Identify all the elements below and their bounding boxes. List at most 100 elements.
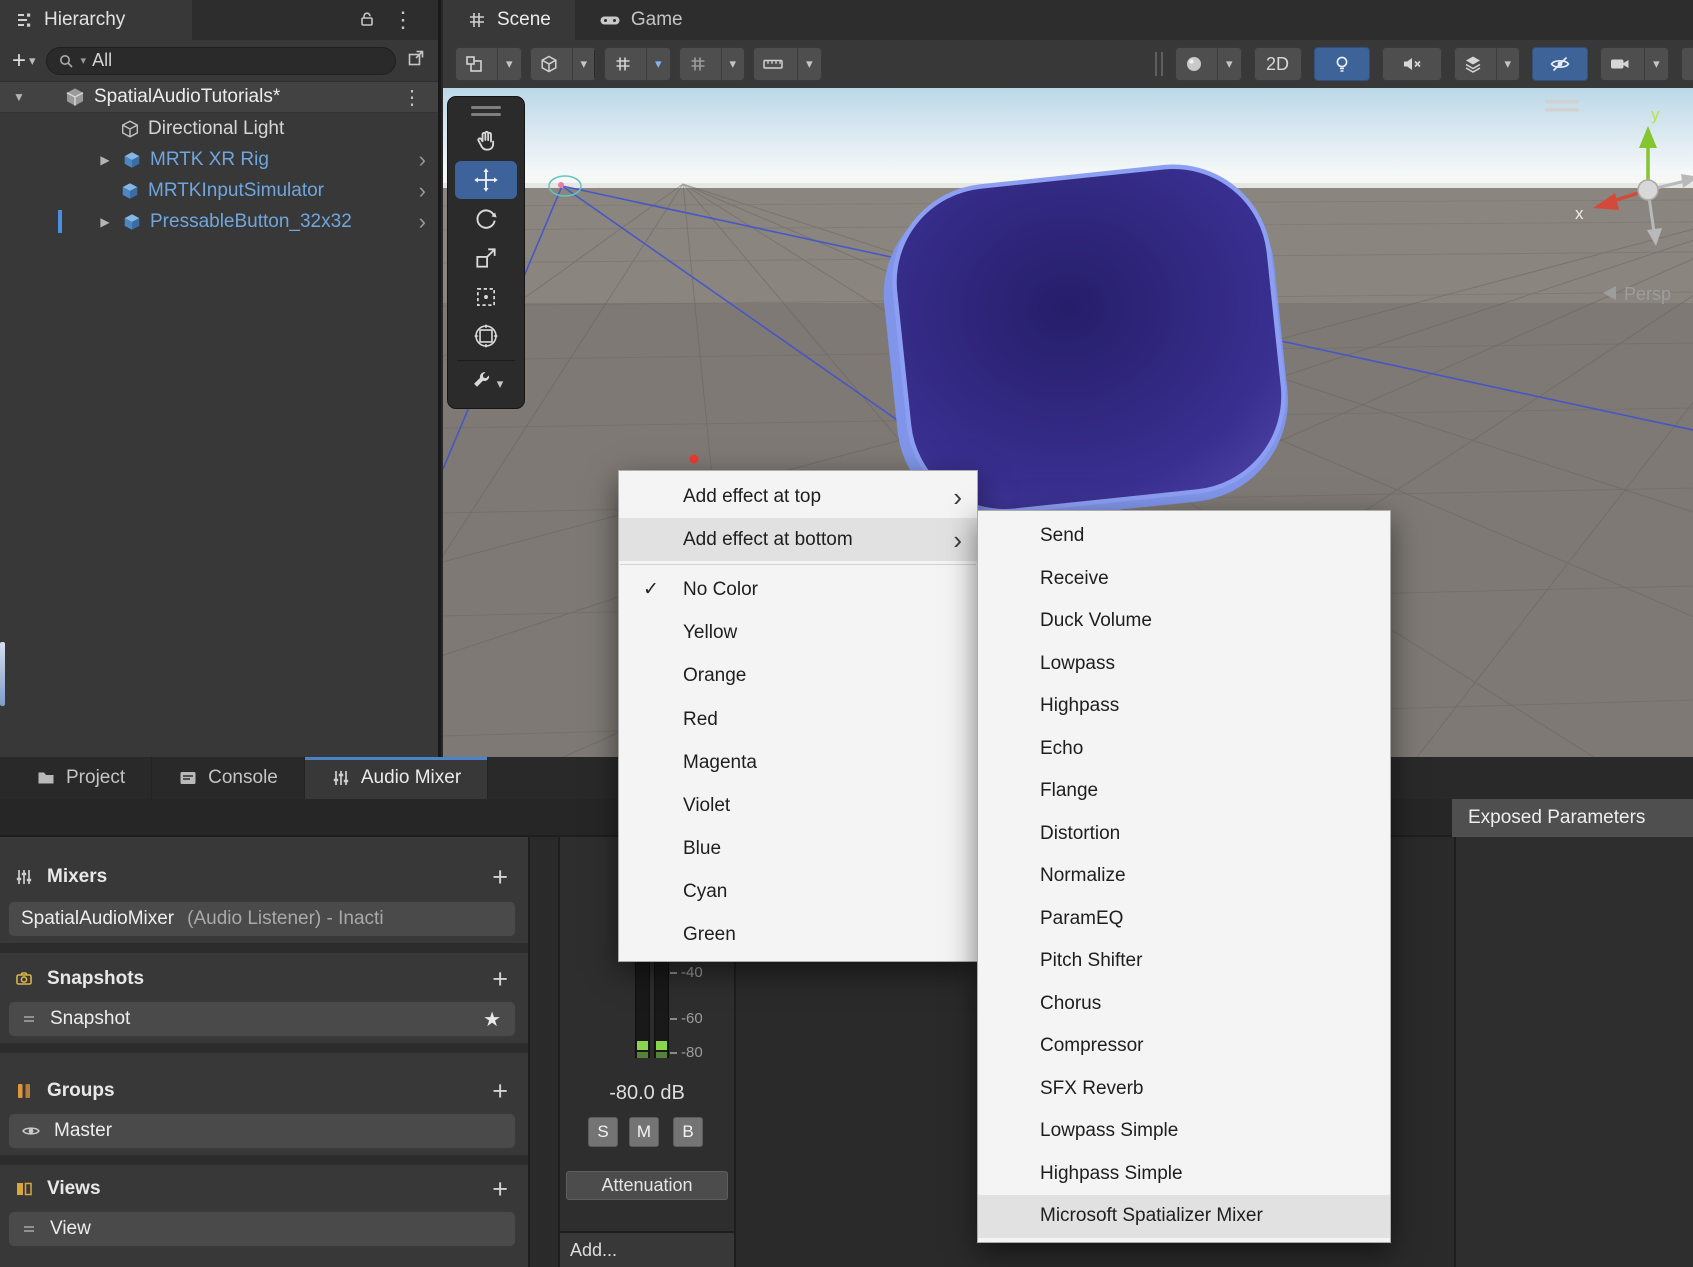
menu-item-green[interactable]: Green — [619, 914, 977, 957]
menu-item-violet[interactable]: Violet — [619, 784, 977, 827]
star-icon[interactable]: ★ — [483, 1007, 501, 1032]
menu-item-add-effect-bottom[interactable]: Add effect at bottom › — [619, 518, 977, 561]
submenu-item-chorus[interactable]: Chorus — [978, 983, 1390, 1026]
grid-snap-icon — [613, 54, 633, 74]
tab-console[interactable]: Console — [152, 757, 305, 799]
add-group-button[interactable]: + — [492, 1076, 508, 1107]
scene-lighting-button[interactable] — [1314, 47, 1370, 81]
submenu-item-duck-volume[interactable]: Duck Volume — [978, 600, 1390, 643]
scene-camera-settings-button[interactable]: ▾ — [1600, 47, 1669, 81]
lightbulb-icon — [1332, 54, 1352, 74]
tab-hierarchy[interactable]: Hierarchy — [0, 0, 192, 40]
submenu-item-highpass[interactable]: Highpass — [978, 685, 1390, 728]
gizmo-center-ball[interactable] — [1638, 180, 1658, 200]
add-snapshot-button[interactable]: + — [492, 964, 508, 995]
submenu-item-distortion[interactable]: Distortion — [978, 813, 1390, 856]
scene-effects-button[interactable]: ▾ — [1454, 47, 1521, 81]
scene-kebab-icon[interactable]: ⋮ — [402, 85, 422, 110]
add-mixer-button[interactable]: + — [492, 862, 508, 893]
gizmos-visibility-button[interactable]: ▾ — [1175, 47, 1242, 81]
custom-tool-caret-icon[interactable]: ▾ — [497, 376, 504, 392]
lock-icon[interactable] — [358, 10, 376, 33]
submenu-item-echo[interactable]: Echo — [978, 728, 1390, 771]
mute-button[interactable]: M — [629, 1117, 659, 1147]
menu-item-add-effect-top[interactable]: Add effect at top › — [619, 475, 977, 518]
fold-closed-icon[interactable]: ▶ — [96, 153, 114, 167]
prefab-open-chevron-icon[interactable]: › — [419, 146, 426, 173]
snapshot-row[interactable]: Snapshot ★ — [8, 1001, 516, 1037]
add-effect-row[interactable]: Add... — [560, 1231, 734, 1267]
mixer-row[interactable]: SpatialAudioMixer (Audio Listener) - Ina… — [8, 901, 516, 937]
menu-item-label: Duck Volume — [1040, 610, 1152, 632]
tool-handle-rotation-button[interactable]: ▾ — [530, 47, 597, 81]
scene-visibility-button[interactable] — [1532, 47, 1588, 81]
tree-row-mrtk-xr-rig[interactable]: ▶ MRTK XR Rig › — [0, 144, 438, 175]
create-object-button[interactable]: + ▾ — [12, 47, 36, 75]
submenu-item-sfx-reverb[interactable]: SFX Reverb — [978, 1068, 1390, 1111]
rect-tool-button[interactable] — [455, 278, 517, 316]
popout-icon[interactable] — [406, 48, 426, 73]
tab-game[interactable]: Game — [575, 0, 707, 40]
submenu-item-lowpass[interactable]: Lowpass — [978, 643, 1390, 686]
submenu-item-receive[interactable]: Receive — [978, 558, 1390, 601]
tree-row-scene-root[interactable]: ▼ SpatialAudioTutorials* ⋮ — [0, 82, 438, 113]
tab-audio-mixer[interactable]: Audio Mixer — [305, 757, 488, 799]
search-input[interactable]: ▾ All — [46, 47, 396, 75]
prefab-open-chevron-icon[interactable]: › — [419, 177, 426, 204]
measure-tool-button[interactable]: ▾ — [753, 47, 822, 81]
view-row[interactable]: View — [8, 1211, 516, 1247]
attenuation-effect-button[interactable]: Attenuation — [566, 1171, 728, 1200]
move-tool-button[interactable] — [455, 161, 517, 199]
tree-row-mrtk-input-simulator[interactable]: MRTKInputSimulator › — [0, 175, 438, 206]
chevron-down-icon: ▾ — [581, 56, 588, 72]
menu-item-label: Red — [683, 709, 718, 731]
submenu-item-pitch-shifter[interactable]: Pitch Shifter — [978, 940, 1390, 983]
fold-open-icon[interactable]: ▼ — [10, 90, 28, 104]
hierarchy-menu-kebab-icon[interactable]: ⋮ — [392, 7, 414, 33]
submenu-item-compressor[interactable]: Compressor — [978, 1025, 1390, 1068]
menu-item-orange[interactable]: Orange — [619, 655, 977, 698]
menu-item-blue[interactable]: Blue — [619, 828, 977, 871]
rotate-tool-button[interactable] — [455, 200, 517, 238]
move-gizmo-center[interactable] — [690, 455, 699, 464]
palette-grip[interactable] — [448, 101, 524, 121]
submenu-item-normalize[interactable]: Normalize — [978, 855, 1390, 898]
custom-tool-button[interactable] — [469, 370, 493, 399]
scene-toolbar-clipped-button[interactable] — [1681, 47, 1693, 81]
menu-item-yellow[interactable]: Yellow — [619, 612, 977, 655]
transform-tool-button[interactable] — [455, 317, 517, 355]
tab-project[interactable]: Project — [10, 757, 152, 799]
exposed-parameters-button[interactable]: Exposed Parameters — [1452, 799, 1693, 837]
prefab-cube-icon — [122, 150, 142, 170]
menu-item-red[interactable]: Red — [619, 698, 977, 741]
group-row-master[interactable]: Master — [8, 1113, 516, 1149]
submenu-item-send[interactable]: Send — [978, 515, 1390, 558]
tree-row-directional-light[interactable]: Directional Light — [0, 113, 438, 144]
tab-scene[interactable]: Scene — [443, 0, 575, 40]
search-text: All — [92, 50, 112, 71]
toggle-2d-button[interactable]: 2D — [1254, 47, 1302, 81]
bypass-button[interactable]: B — [673, 1117, 703, 1147]
scale-tool-button[interactable] — [455, 239, 517, 277]
submenu-item-parameq[interactable]: ParamEQ — [978, 898, 1390, 941]
menu-item-cyan[interactable]: Cyan — [619, 871, 977, 914]
menu-item-label: Echo — [1040, 738, 1083, 760]
submenu-item-microsoft-spatializer-mixer[interactable]: Microsoft Spatializer Mixer — [978, 1195, 1390, 1238]
hierarchy-scrollbar[interactable] — [0, 642, 5, 706]
scene-audio-mute-button[interactable] — [1382, 47, 1442, 81]
grid-snapping-button[interactable]: ▾ — [604, 47, 671, 81]
add-view-button[interactable]: + — [492, 1174, 508, 1205]
tool-handle-position-button[interactable]: ▾ — [455, 47, 522, 81]
increment-snapping-button[interactable]: ▾ — [679, 47, 746, 81]
prefab-open-chevron-icon[interactable]: › — [419, 208, 426, 235]
tree-row-pressable-button[interactable]: ▶ PressableButton_32x32 › — [0, 206, 438, 237]
menu-item-no-color[interactable]: ✓ No Color — [619, 568, 977, 611]
view-hand-tool-button[interactable] — [455, 122, 517, 160]
submenu-item-lowpass-simple[interactable]: Lowpass Simple — [978, 1110, 1390, 1153]
eye-icon[interactable] — [21, 1121, 41, 1141]
solo-button[interactable]: S — [588, 1117, 618, 1147]
submenu-item-highpass-simple[interactable]: Highpass Simple — [978, 1153, 1390, 1196]
fold-closed-icon[interactable]: ▶ — [96, 215, 114, 229]
menu-item-magenta[interactable]: Magenta — [619, 741, 977, 784]
submenu-item-flange[interactable]: Flange — [978, 770, 1390, 813]
